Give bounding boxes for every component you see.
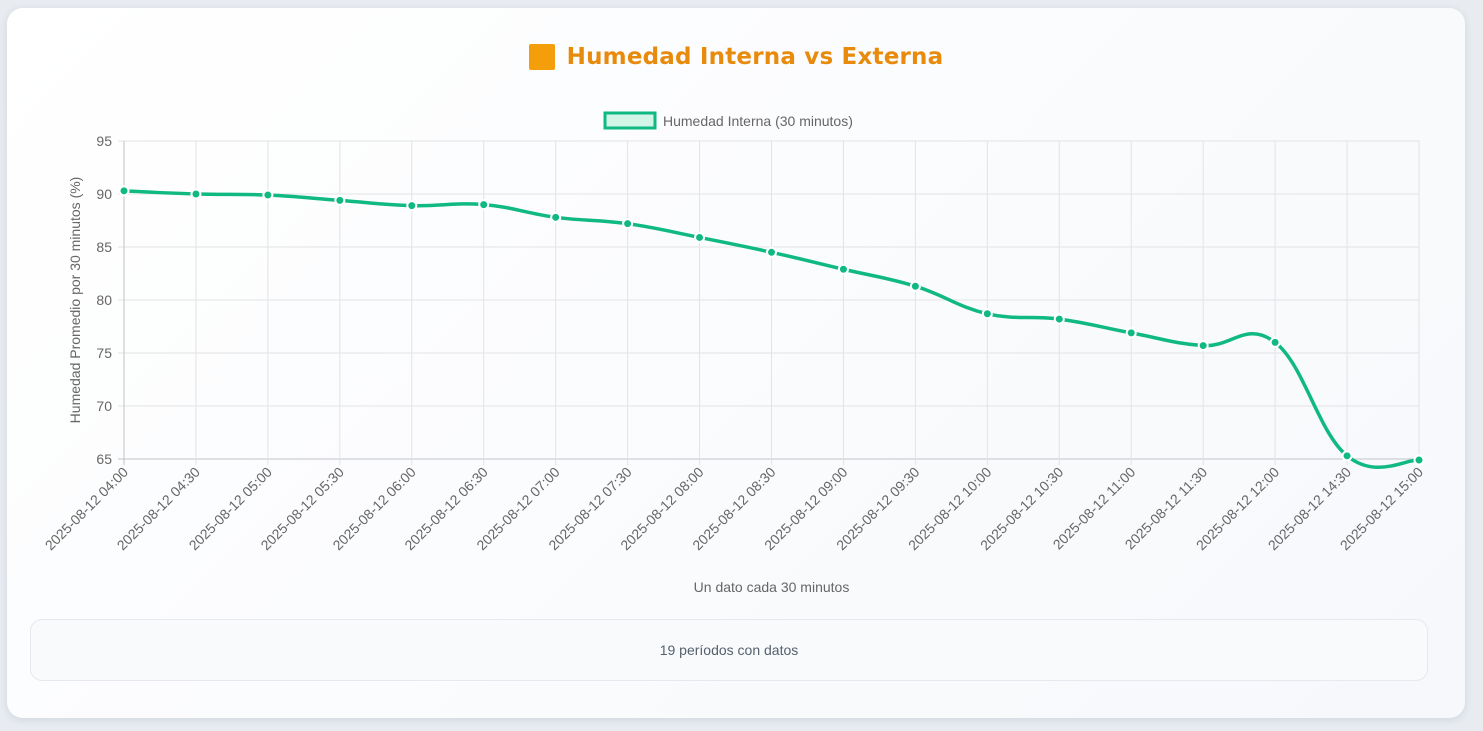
y-axis-title: Humedad Promedio por 30 minutos (%) [67,177,83,424]
x-axis-title: Un dato cada 30 minutos [694,579,850,595]
data-point[interactable] [766,246,777,258]
data-point[interactable] [190,188,202,200]
data-point[interactable] [622,218,634,230]
data-point[interactable] [1053,313,1065,325]
data-point[interactable] [909,280,921,292]
data-point[interactable] [1125,327,1137,339]
data-point[interactable] [1341,450,1353,462]
legend-swatch[interactable] [603,111,657,130]
data-point[interactable] [550,211,562,223]
data-point[interactable] [334,194,346,206]
y-tick-label: 95 [96,133,112,149]
y-tick-label: 85 [96,239,112,255]
data-point[interactable] [1269,336,1281,348]
y-tick-label: 80 [96,292,112,308]
summary-text: 19 períodos con datos [659,642,799,658]
data-point[interactable] [478,199,490,211]
legend-label[interactable]: Humedad Interna (30 minutos) [663,113,853,129]
summary-box: 19 períodos con datos [30,619,1428,681]
y-tick-label: 90 [96,186,112,202]
data-point[interactable] [406,200,418,212]
humidity-line-chart: Humedad Interna (30 minutos) 65 70 75 80 85 9… [42,111,1427,595]
legend[interactable]: Humedad Interna (30 minutos) [603,111,853,130]
data-point[interactable] [837,263,849,275]
grid-lines [118,140,1420,465]
y-tick-label: 75 [96,345,112,361]
y-tick-label: 70 [96,398,112,414]
data-point[interactable] [262,189,274,201]
data-point[interactable] [118,185,130,197]
data-point[interactable] [694,231,706,243]
data-point[interactable] [1197,340,1209,352]
y-tick-label: 65 [96,451,112,467]
axis-labels: 657075808590952025-08-12 04:002025-08-12… [42,133,1427,595]
data-point[interactable] [1413,454,1425,466]
data-point[interactable] [981,308,993,320]
